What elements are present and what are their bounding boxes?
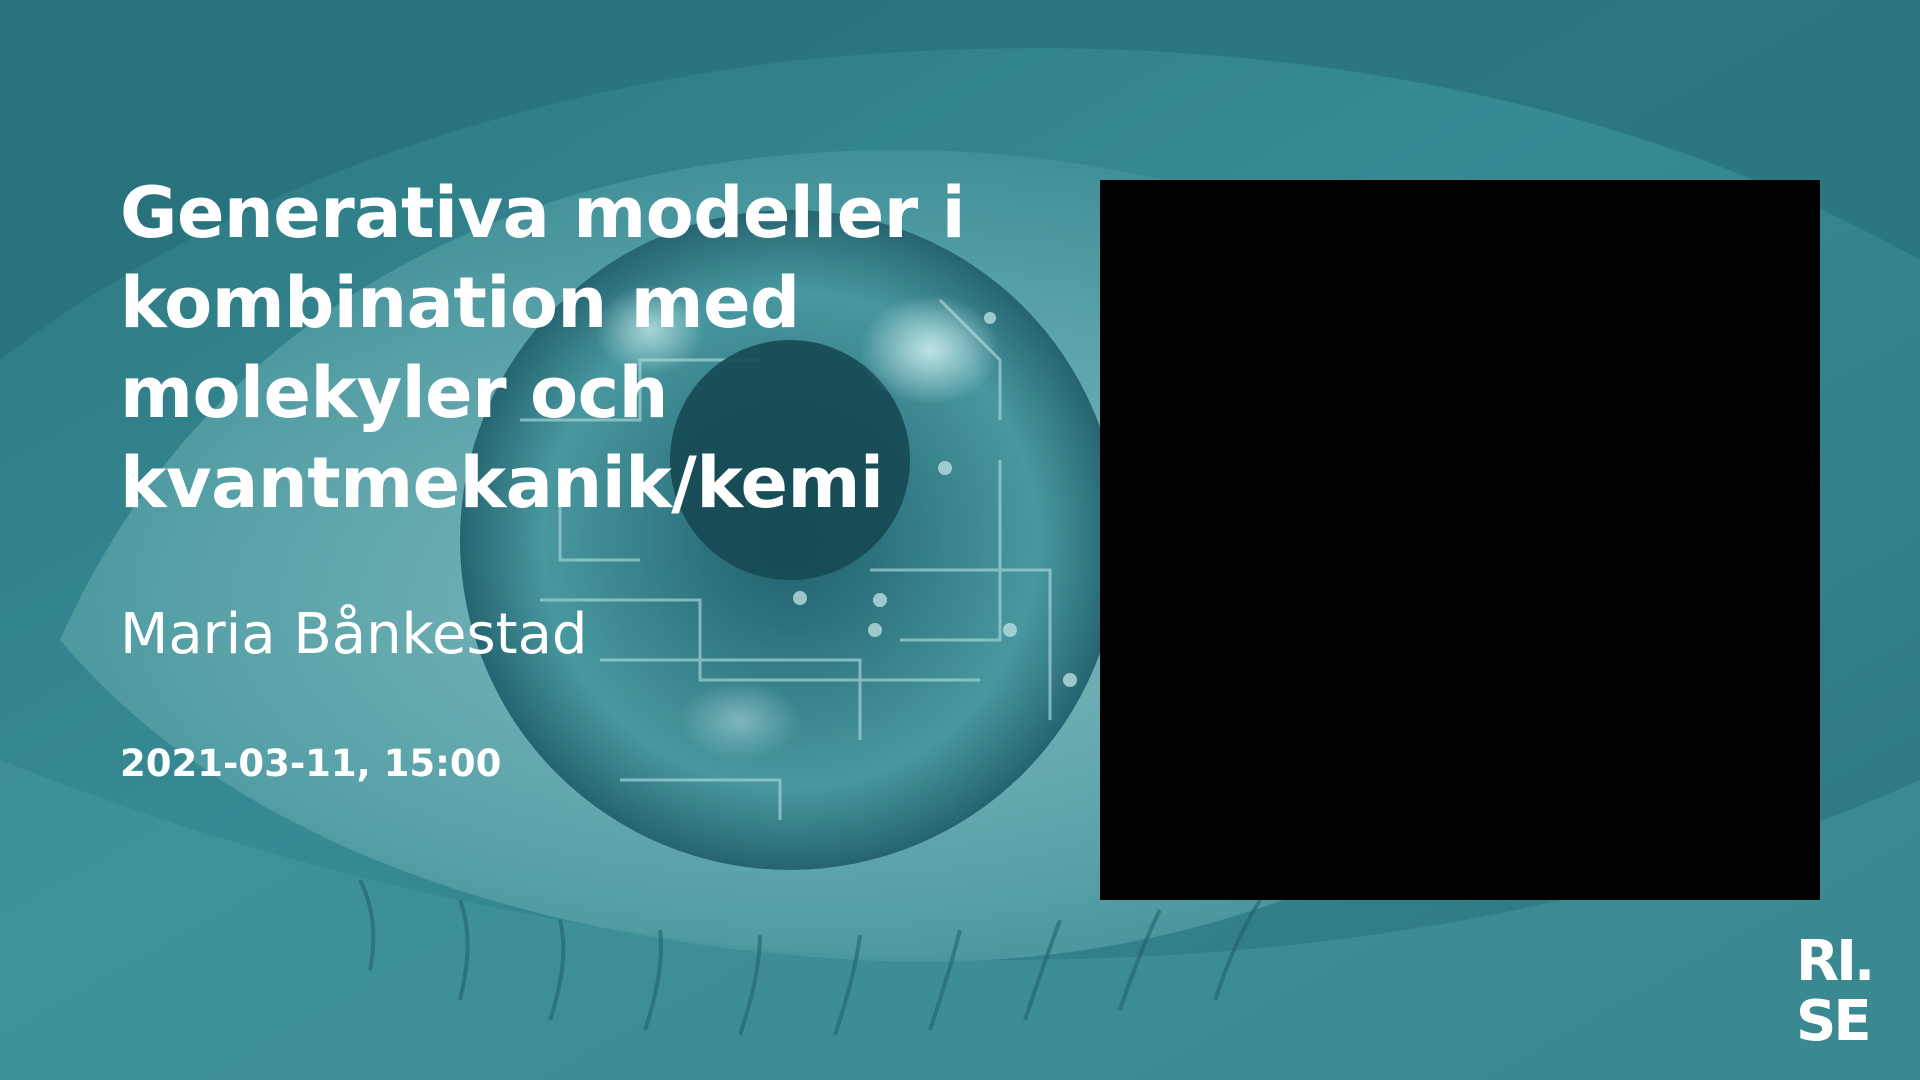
video-placeholder (1100, 180, 1820, 900)
author-name: Maria Bånkestad (120, 602, 588, 667)
slide-title-line: molekyler och (120, 352, 668, 434)
presentation-datetime: 2021-03-11, 15:00 (120, 742, 502, 785)
rise-logo: RI. SE (1796, 929, 1875, 1046)
slide-title: Generativa modeller i kombination med mo… (120, 168, 1080, 528)
slide-title-line: kvantmekanik/kemi (120, 442, 884, 524)
logo-text-line2: SE (1796, 989, 1869, 1046)
logo-text-line1: RI. (1796, 929, 1872, 994)
slide-title-line: Generativa modeller i (120, 172, 966, 254)
slide-title-line: kombination med (120, 262, 800, 344)
